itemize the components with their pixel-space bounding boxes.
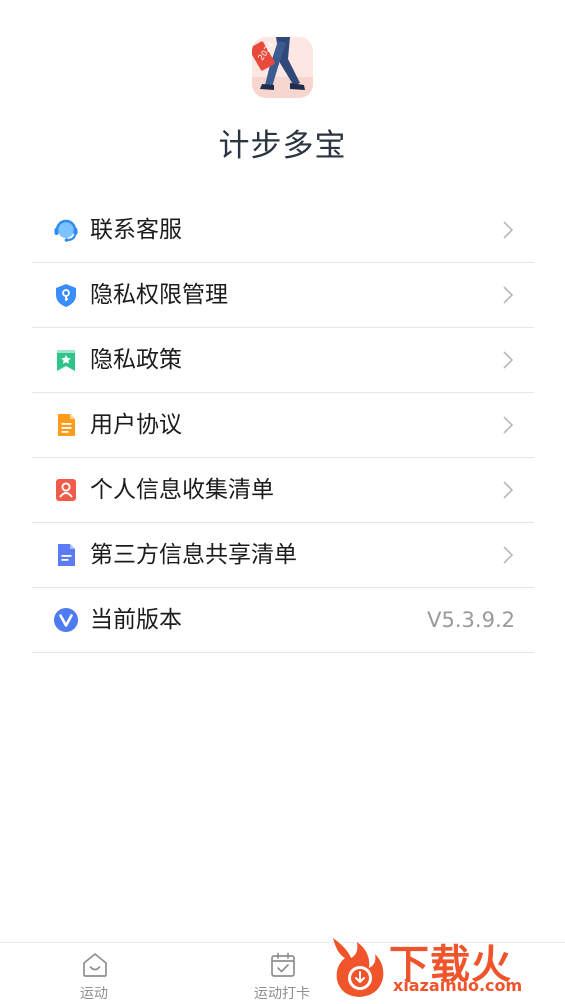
chevron-right-icon xyxy=(502,480,514,500)
menu-item-contact-support[interactable]: 联系客服 xyxy=(32,198,534,263)
version-number: V5.3.9.2 xyxy=(427,607,515,632)
document-icon xyxy=(53,412,79,438)
tab-exercise[interactable]: 运动 xyxy=(34,943,154,1004)
shared-list-icon xyxy=(53,542,79,568)
menu-item-label: 个人信息收集清单 xyxy=(90,476,274,503)
chevron-right-icon xyxy=(502,415,514,435)
chevron-right-icon xyxy=(502,350,514,370)
tab-label: 运动 xyxy=(80,986,108,1002)
menu-item-third-party-sharing-list[interactable]: 第三方信息共享清单 xyxy=(32,523,534,588)
menu-item-label: 隐私权限管理 xyxy=(90,281,228,308)
menu-item-privacy-permissions[interactable]: 隐私权限管理 xyxy=(32,263,534,328)
menu-item-label: 隐私政策 xyxy=(90,346,182,373)
flame-logo-icon xyxy=(327,930,389,1000)
tab-label: 运动打卡 xyxy=(254,986,310,1002)
app-logo-icon: 2024 xyxy=(252,37,313,98)
menu-item-privacy-policy[interactable]: 隐私政策 xyxy=(32,328,534,393)
menu-item-label: 用户协议 xyxy=(90,411,182,438)
watermark-overlay: 下载火 xiazaihuo.com xyxy=(327,930,559,1000)
watermark-url: xiazaihuo.com xyxy=(393,976,523,995)
menu-item-label: 当前版本 xyxy=(90,606,182,633)
settings-menu: 联系客服 隐私权限管理 隐私政策 用户协议 个人信息收集清单 第三方信息共享清单… xyxy=(32,198,534,653)
privacy-shield-icon xyxy=(53,282,79,308)
person-card-icon xyxy=(53,477,79,503)
app-name: 计步多宝 xyxy=(218,128,347,164)
menu-item-label: 第三方信息共享清单 xyxy=(90,541,297,568)
menu-item-personal-info-list[interactable]: 个人信息收集清单 xyxy=(32,458,534,523)
customer-service-headset-icon xyxy=(53,217,79,243)
menu-item-user-agreement[interactable]: 用户协议 xyxy=(32,393,534,458)
version-v-icon xyxy=(53,607,79,633)
menu-item-label: 联系客服 xyxy=(90,216,182,243)
tab-exercise-checkin[interactable]: 运动打卡 xyxy=(222,943,342,1004)
bookmark-star-icon xyxy=(53,347,79,373)
app-header: 2024 计步多宝 xyxy=(0,0,565,190)
calendar-check-icon xyxy=(269,951,297,979)
chevron-right-icon xyxy=(502,285,514,305)
chevron-right-icon xyxy=(502,220,514,240)
menu-item-current-version[interactable]: 当前版本 V5.3.9.2 xyxy=(32,588,534,653)
home-smile-icon xyxy=(81,951,109,979)
chevron-right-icon xyxy=(502,545,514,565)
